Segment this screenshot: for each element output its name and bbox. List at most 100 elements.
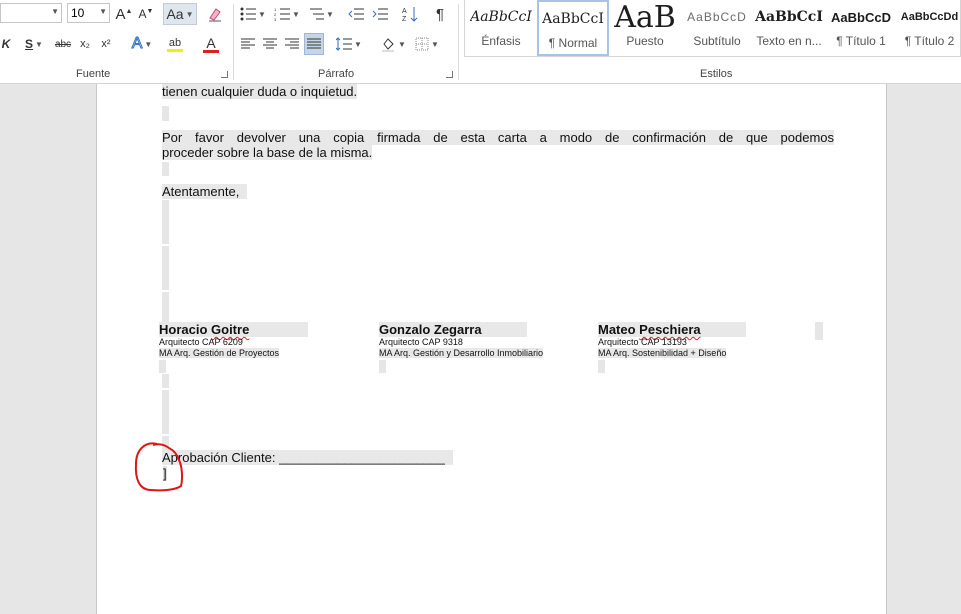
style-preview: AaBbCcD [687,10,747,24]
font-color-bar [203,49,219,53]
empty-paragraph-mark [162,390,169,434]
signature-block: Gonzalo Zegarra Arquitecto CAP 9318 MA A… [379,322,544,373]
strikethrough-label: abc [54,38,72,50]
style-preview: AaBbCcD [831,9,891,25]
sort-button[interactable]: AZ [400,3,420,25]
end-of-row-mark [815,322,823,340]
style-preview: AaBbCcDd [900,11,959,23]
style-texto-en-negrita[interactable]: AaBbCcI Texto en n... [753,0,825,56]
center-button[interactable] [260,33,280,55]
svg-text:A: A [402,8,407,15]
bullets-icon [240,7,257,21]
numbering-icon: 123 [274,7,291,21]
group-divider [458,4,459,80]
borders-icon [415,37,429,51]
signature-cap: Arquitecto CAP 9318 [379,337,463,347]
superscript-button[interactable]: x² [98,33,114,55]
clear-format-button[interactable] [205,3,225,25]
text-effects-button[interactable]: A ▼ [127,33,157,55]
group-divider [233,4,234,80]
document-page[interactable]: tienen cualquier duda o inquietud. Por f… [96,84,887,614]
multilevel-button[interactable]: ▼ [306,3,336,25]
text-effects-icon: A [131,35,143,53]
style-name: Énfasis [481,34,521,48]
style-enfasis[interactable]: AaBbCcI Énfasis [465,0,537,56]
style-subtitulo[interactable]: AaBbCcD Subtítulo [681,0,753,56]
italic-label: K [1,37,11,51]
subscript-button[interactable]: x₂ [77,33,93,55]
approval-line: Aprobación Cliente: ____________________… [162,450,453,465]
numbering-button[interactable]: 1 2 3 ▼ [272,3,302,25]
clear-format-icon [209,8,221,22]
styles-gallery: AaBbCcI Énfasis AaBbCcI ¶ Normal AaB Pue… [464,0,961,57]
highlight-button[interactable]: ab [160,33,190,55]
sort-icon: AZ [402,7,418,22]
show-marks-button[interactable]: ¶ [430,3,450,25]
style-name: ¶ Título 1 [836,34,886,48]
increase-indent-icon [372,8,388,20]
paragraph-group-label: Párrafo [318,68,355,80]
style-name: Puesto [626,34,664,48]
styles-group-label: Estilos [700,68,733,80]
align-left-icon [241,38,255,49]
style-normal[interactable]: AaBbCcI ¶ Normal [537,0,609,56]
shading-button[interactable]: ▼ [377,33,409,55]
shrink-font-icon: A▼ [138,7,154,21]
style-titulo-1[interactable]: AaBbCcD ¶ Título 1 [825,0,897,56]
style-name: ¶ Normal [548,36,598,50]
grow-font-button[interactable]: A▲ [115,3,133,25]
align-right-button[interactable] [282,33,302,55]
style-titulo-2[interactable]: AaBbCcDd ¶ Título 2 [897,0,961,56]
approval-signature-line[interactable]: _______________________ [279,450,446,465]
confirmation-paragraph: Por favor devolver una copia firmada de … [162,130,834,160]
body-text: tienen cualquier duda o inquietud. [162,84,358,99]
bullets-button[interactable]: ▼ [238,3,268,25]
line-spacing-button[interactable]: ▼ [334,33,364,55]
style-puesto[interactable]: AaB Puesto [609,0,681,56]
align-left-button[interactable] [238,33,258,55]
decrease-indent-button[interactable] [346,3,366,25]
font-name-combo[interactable]: ▼ [0,3,62,23]
change-case-label: Aa [166,6,184,22]
empty-paragraph-mark [162,162,169,176]
highlight-color-bar [167,48,183,52]
signature-block: Horacio Goitre Arquitecto CAP 6209 MA Ar… [159,322,308,373]
underline-label: S [25,37,34,51]
signature-name: Horacio Goitre [159,322,308,337]
empty-paragraph-mark [162,374,169,388]
strikethrough-button[interactable]: abc [52,33,74,55]
font-color-button[interactable]: A [196,33,226,55]
shrink-font-button[interactable]: A▼ [137,3,155,25]
shading-icon [382,38,395,52]
style-name: ¶ Título 2 [904,34,955,48]
font-size-combo[interactable]: 10 ▼ [67,3,110,23]
signature-name: Mateo Peschiera [598,322,746,337]
decrease-indent-icon [348,8,364,20]
style-name: Subtítulo [693,34,741,48]
document-line: tienen cualquier duda o inquietud. [162,84,358,99]
empty-paragraph-mark [379,360,386,373]
subscript-label: x₂ [80,38,90,50]
superscript-label: x² [101,38,111,50]
chevron-down-icon[interactable]: ▼ [51,7,59,16]
borders-button[interactable]: ▼ [412,33,442,55]
closing-line: Atentamente, [162,184,247,199]
empty-paragraph-mark [598,360,605,373]
style-preview: AaBbCcI [542,11,604,27]
font-dialog-launcher[interactable] [221,71,228,78]
pilcrow-icon: ¶ [435,5,445,23]
italic-button[interactable]: K [0,33,12,55]
chevron-down-icon[interactable]: ▼ [99,7,107,16]
change-case-button[interactable]: Aa ▼ [163,3,197,25]
paragraph-dialog-launcher[interactable] [446,71,453,78]
justify-button[interactable] [304,33,324,55]
multilevel-icon [310,8,325,20]
body-text: Atentamente, [162,184,240,199]
font-color-icon: A [206,34,216,51]
justify-icon [307,38,321,49]
style-preview: AaBbCcI [755,9,823,25]
empty-paragraph-mark [162,106,169,121]
increase-indent-button[interactable] [370,3,390,25]
style-name: Texto en n... [756,34,822,48]
underline-button[interactable]: S ▼ [22,33,46,55]
